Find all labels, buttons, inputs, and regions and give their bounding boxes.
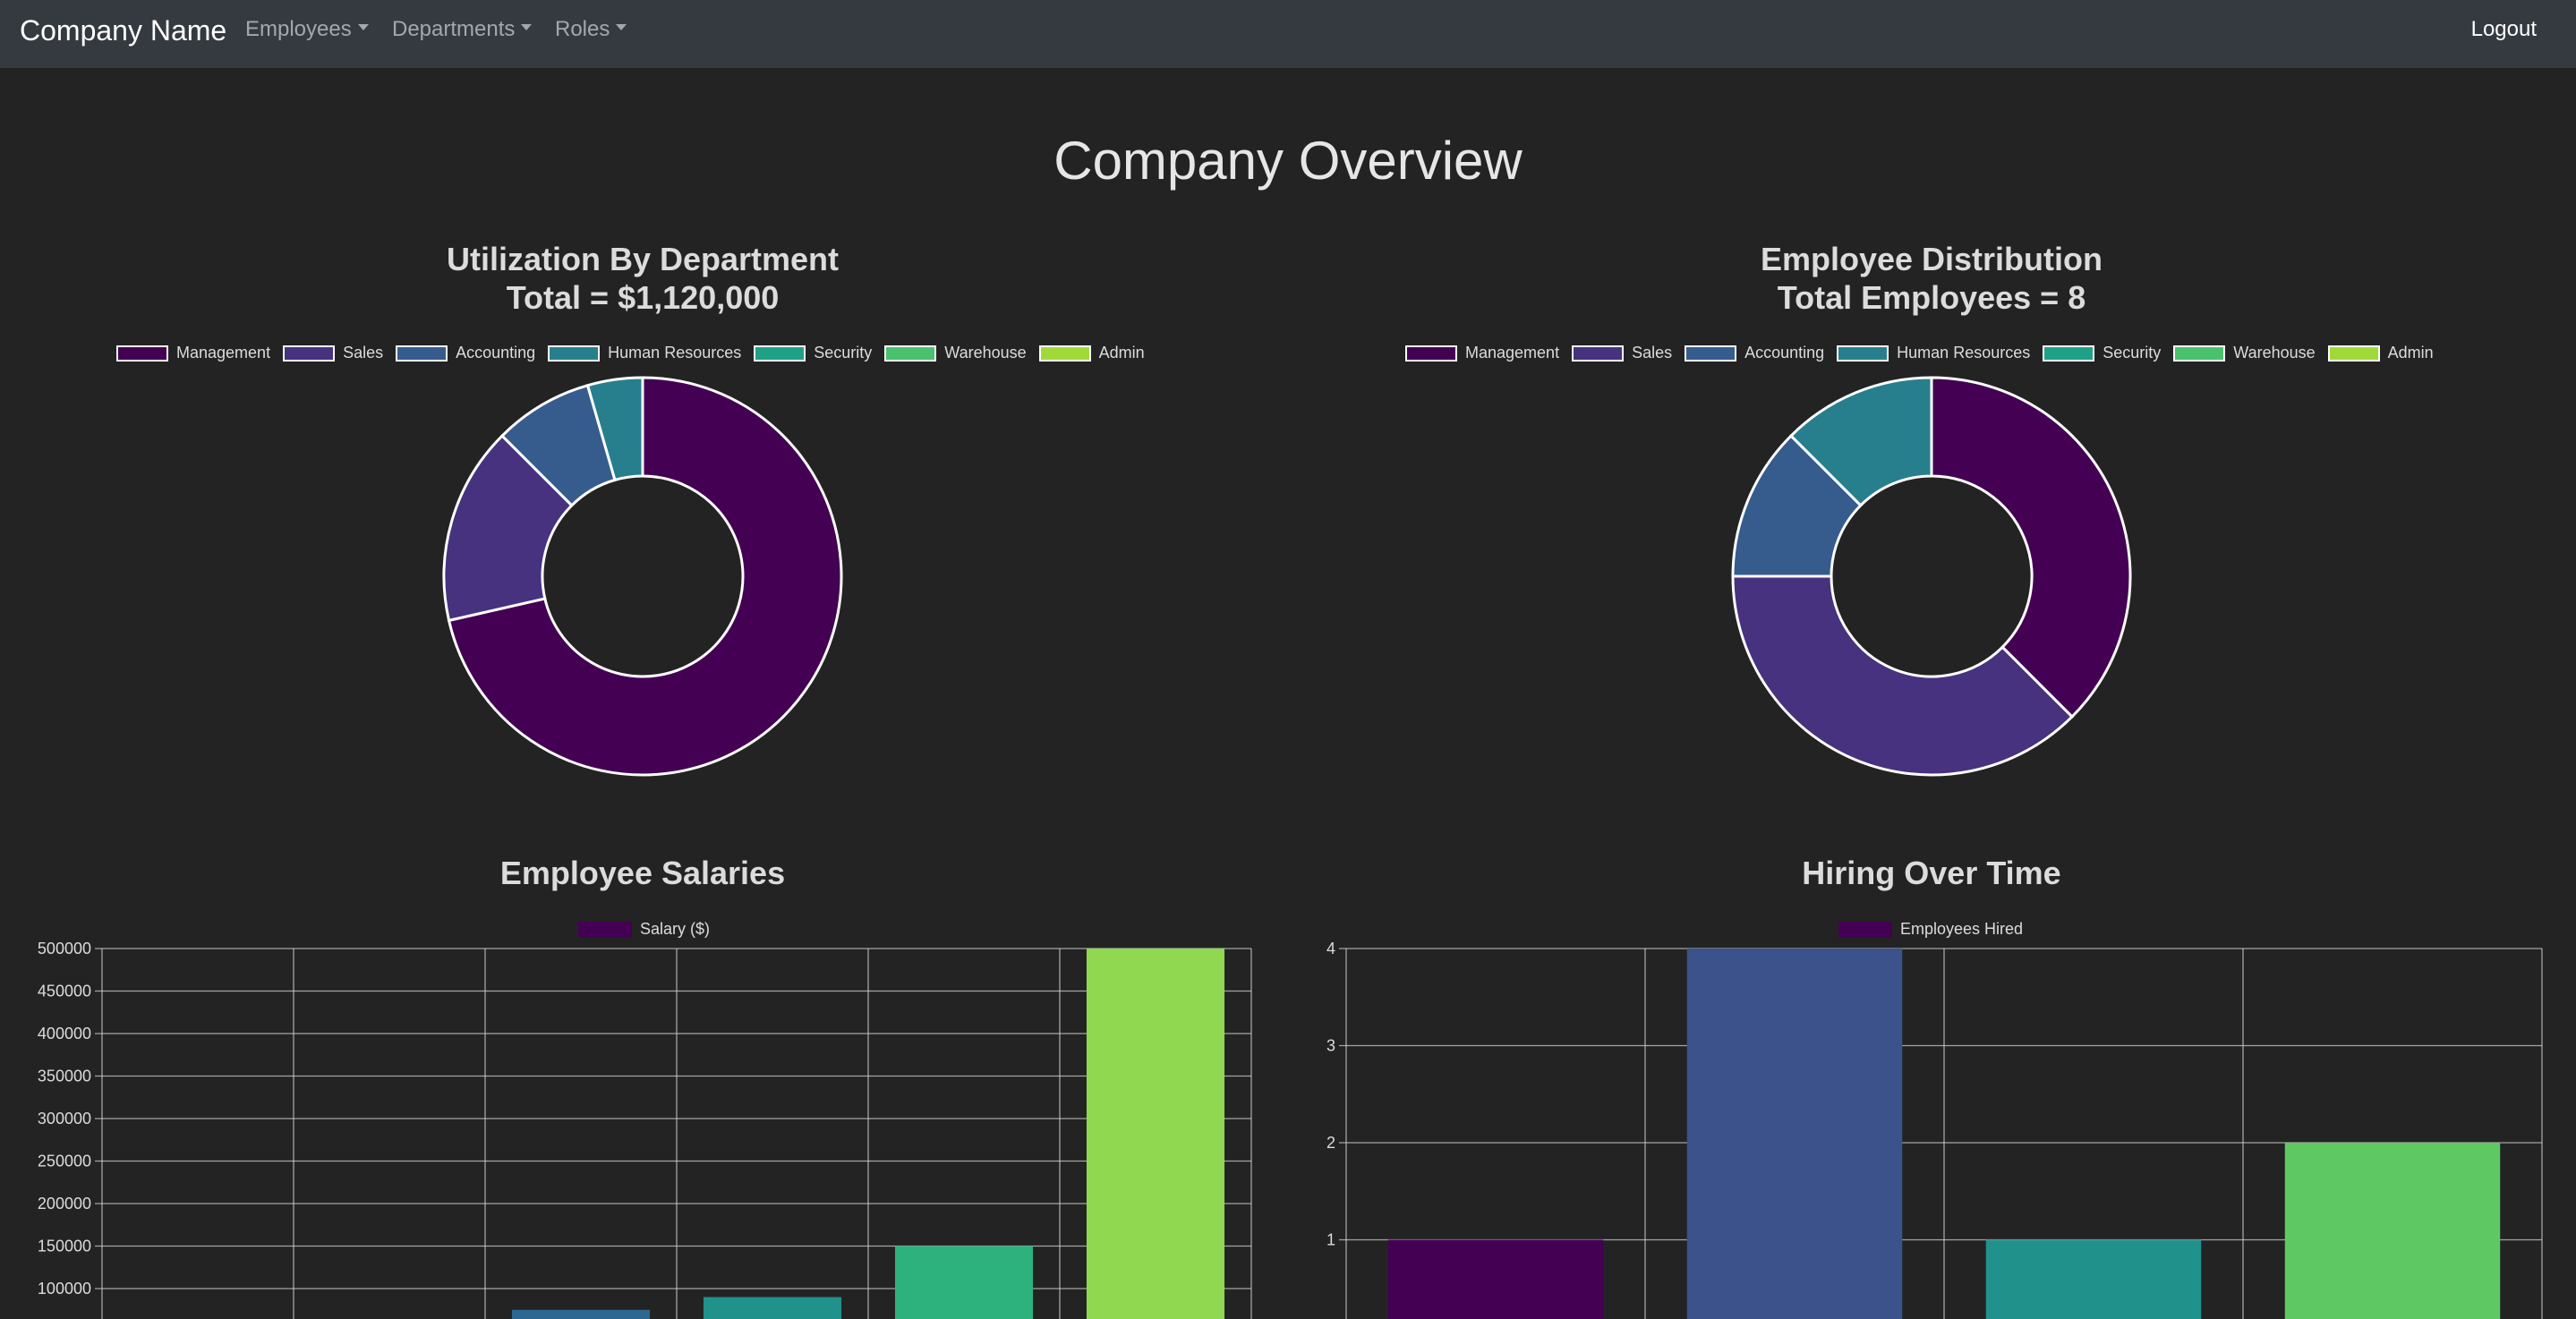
legend-item-accounting[interactable]: Accounting xyxy=(1685,344,1824,362)
salaries-bar-chart: 500000 450000 400000 350000 300000 250000 2000… xyxy=(38,940,1252,1319)
bar-1[interactable] xyxy=(1387,1239,1604,1319)
bar-4[interactable] xyxy=(703,1297,842,1319)
legend-item-security[interactable]: Security xyxy=(2043,344,2161,362)
y-tick-label: 350000 xyxy=(38,1068,91,1085)
page-title: Company Overview xyxy=(1053,131,1523,191)
legend-swatch xyxy=(2327,345,2380,362)
legend-item-admin[interactable]: Admin xyxy=(1038,344,1145,362)
bar-3[interactable] xyxy=(1985,1239,2202,1319)
legend-item-management[interactable]: Management xyxy=(1405,344,1559,362)
hiring-chart-title: Hiring Over Time xyxy=(1802,855,2061,891)
y-tick-label: 300000 xyxy=(38,1110,91,1128)
legend-label: Sales xyxy=(343,344,384,362)
legend-label: Accounting xyxy=(1744,344,1825,362)
legend-item-accounting[interactable]: Accounting xyxy=(396,344,535,362)
legend-item-security[interactable]: Security xyxy=(754,344,872,362)
y-tick-label: 100000 xyxy=(38,1280,91,1298)
legend-label: Management xyxy=(176,344,271,362)
nav-departments-label: Departments xyxy=(392,17,516,41)
salaries-chart-title: Employee Salaries xyxy=(499,855,786,891)
distribution-doughnut-chart xyxy=(1731,376,2132,777)
y-tick-label: 4 xyxy=(1326,940,1335,957)
chevron-down-icon xyxy=(616,24,627,31)
legend-label: Management xyxy=(1465,344,1560,362)
utilization-title-line1: Utilization By Department xyxy=(446,241,840,277)
legend-label: Admin xyxy=(2387,344,2434,362)
chevron-down-icon xyxy=(521,24,533,31)
nav-roles-label: Roles xyxy=(555,17,610,41)
y-tick-label: 500000 xyxy=(38,940,91,957)
legend-swatch xyxy=(1405,345,1457,362)
nav-employees-dropdown[interactable]: Employees xyxy=(245,16,369,43)
legend-item-warehouse[interactable]: Warehouse xyxy=(884,344,1027,362)
legend-item-sales[interactable]: Sales xyxy=(283,344,383,362)
legend-swatch xyxy=(884,345,937,362)
legend-label: Human Resources xyxy=(1897,344,2031,362)
utilization-legend: Management Sales Accounting Human Resources… xyxy=(116,344,1157,362)
nav-employees-label: Employees xyxy=(245,17,352,41)
hiring-bar-chart: 4 3 2 1 xyxy=(1326,940,2543,1319)
legend-swatch xyxy=(548,345,601,362)
legend-swatch xyxy=(1685,345,1737,362)
legend-item-management[interactable]: Management xyxy=(116,344,270,362)
y-tick-label: 450000 xyxy=(38,983,91,1000)
legend-item-admin[interactable]: Admin xyxy=(2327,344,2434,362)
utilization-doughnut-chart xyxy=(442,376,843,777)
nav-roles-dropdown[interactable]: Roles xyxy=(555,16,627,43)
y-tick-label: 250000 xyxy=(38,1153,91,1170)
distribution-title-line1: Employee Distribution xyxy=(1760,241,2103,277)
utilization-chart-title: Utilization By Department Total = $1,120… xyxy=(0,240,1285,317)
legend-item-warehouse[interactable]: Warehouse xyxy=(2173,344,2316,362)
bar-4[interactable] xyxy=(2284,1143,2501,1319)
bar-3[interactable] xyxy=(511,1309,651,1319)
y-tick-label: 200000 xyxy=(38,1195,91,1213)
bar-6[interactable] xyxy=(1086,949,1225,1319)
legend-swatch xyxy=(1038,345,1091,362)
nav-departments-dropdown[interactable]: Departments xyxy=(392,16,533,43)
logout-link[interactable]: Logout xyxy=(2471,16,2537,43)
utilization-title-line2: Total = $1,120,000 xyxy=(506,279,780,316)
legend-label: Security xyxy=(2103,344,2162,362)
legend-label: Accounting xyxy=(456,344,536,362)
doughnut-slice-management[interactable] xyxy=(1930,376,2132,719)
legend-label: Sales xyxy=(1632,344,1673,362)
bar-2[interactable] xyxy=(1686,949,1903,1319)
chevron-down-icon xyxy=(357,24,369,31)
distribution-chart-title: Employee Distribution Total Employees = … xyxy=(1289,240,2574,317)
legend-swatch xyxy=(1837,345,1889,362)
legend-swatch xyxy=(754,345,806,362)
legend-label: Human Resources xyxy=(608,344,742,362)
doughnut-slice-sales[interactable] xyxy=(1731,574,2075,777)
legend-swatch xyxy=(2043,345,2095,362)
legend-swatch xyxy=(2173,345,2226,362)
brand-link[interactable]: Company Name xyxy=(20,13,226,48)
legend-label: Admin xyxy=(1098,344,1145,362)
legend-item-sales[interactable]: Sales xyxy=(1572,344,1672,362)
legend-swatch xyxy=(116,345,168,362)
y-tick-label: 2 xyxy=(1326,1134,1335,1152)
legend-swatch xyxy=(396,345,448,362)
bar-5[interactable] xyxy=(894,1246,1034,1319)
legend-swatch xyxy=(283,345,336,362)
legend-item-human-resources[interactable]: Human Resources xyxy=(1837,344,2030,362)
legend-label: Warehouse xyxy=(2233,344,2316,362)
legend-item-human-resources[interactable]: Human Resources xyxy=(548,344,741,362)
top-navbar: Company Name Employees Departments Roles… xyxy=(0,0,2576,68)
y-tick-label: 1 xyxy=(1326,1231,1335,1249)
legend-swatch xyxy=(1572,345,1625,362)
y-tick-label: 3 xyxy=(1326,1037,1335,1055)
y-tick-label: 400000 xyxy=(38,1025,91,1042)
distribution-legend: Management Sales Accounting Human Resources… xyxy=(1405,344,2446,362)
legend-label: Security xyxy=(814,344,873,362)
distribution-title-line2: Total Employees = 8 xyxy=(1777,279,2086,316)
legend-label: Warehouse xyxy=(944,344,1027,362)
y-tick-label: 150000 xyxy=(38,1238,91,1255)
